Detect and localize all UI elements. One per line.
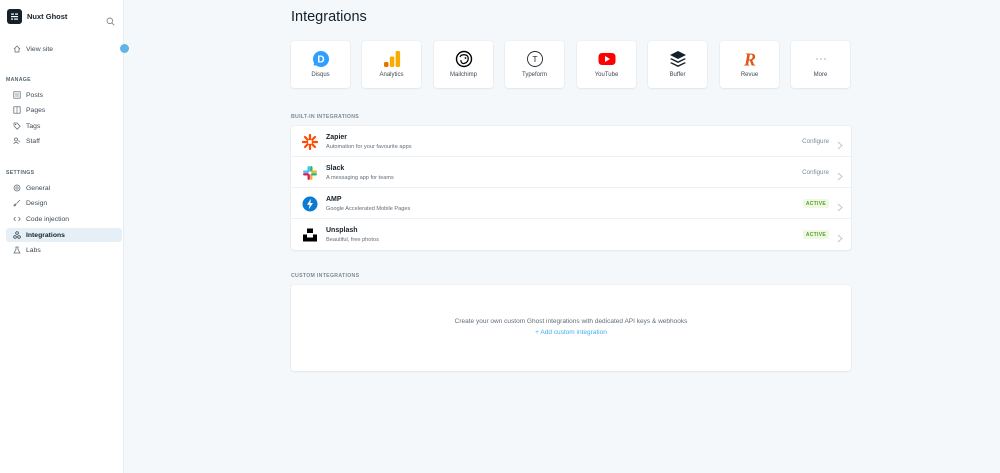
app-card-typeform[interactable]: T Typeform bbox=[505, 41, 564, 88]
app-label: Disqus bbox=[311, 72, 330, 78]
zapier-icon bbox=[302, 134, 318, 150]
settings-section-label: SETTINGS bbox=[6, 170, 35, 176]
app-label: Mailchimp bbox=[449, 72, 477, 78]
notification-dot[interactable] bbox=[120, 44, 129, 53]
app-label: Typeform bbox=[521, 72, 547, 78]
sidebar-item-posts[interactable]: Posts bbox=[6, 88, 122, 102]
amp-icon bbox=[302, 196, 318, 212]
sidebar-item-general[interactable]: General bbox=[6, 181, 122, 195]
sidebar-item-labs[interactable]: Labs bbox=[6, 243, 122, 257]
integration-title: Slack bbox=[326, 165, 345, 172]
chevron-right-icon bbox=[837, 199, 843, 217]
sidebar-item-pages[interactable]: Pages bbox=[6, 103, 122, 117]
integration-title: Unsplash bbox=[326, 227, 358, 234]
brush-icon bbox=[13, 199, 21, 207]
view-site-link[interactable]: View site bbox=[6, 42, 122, 56]
typeform-icon: T bbox=[526, 50, 544, 68]
integration-row-slack[interactable]: Slack A messaging app for teams Configur… bbox=[291, 157, 851, 188]
configure-link[interactable]: Configure bbox=[802, 169, 829, 176]
app-label: More bbox=[813, 72, 828, 78]
sidebar-item-label: Integrations bbox=[26, 231, 65, 239]
mailchimp-icon bbox=[455, 50, 473, 68]
integration-title: Zapier bbox=[326, 134, 348, 141]
sidebar-item-tags[interactable]: Tags bbox=[6, 119, 122, 133]
staff-icon bbox=[13, 137, 21, 145]
app-card-revue[interactable]: R Revue bbox=[720, 41, 779, 88]
builtin-integrations-list: Zapier Automation for your favourite app… bbox=[291, 126, 851, 250]
unsplash-icon bbox=[302, 227, 318, 243]
app-card-mailchimp[interactable]: Mailchimp bbox=[434, 41, 493, 88]
posts-icon bbox=[13, 91, 21, 99]
integration-description: Beautiful, free photos bbox=[326, 237, 379, 243]
svg-text:D: D bbox=[317, 55, 324, 66]
code-icon bbox=[13, 216, 21, 222]
more-icon bbox=[812, 50, 830, 68]
custom-integrations-box: Create your own custom Ghost integration… bbox=[291, 285, 851, 371]
app-card-youtube[interactable]: YouTube bbox=[577, 41, 636, 88]
integrations-icon bbox=[13, 231, 21, 239]
status-badge: ACTIVE bbox=[802, 199, 829, 208]
builtin-section-label: BUILT-IN INTEGRATIONS bbox=[291, 114, 360, 120]
youtube-icon bbox=[598, 50, 616, 68]
sidebar-item-design[interactable]: Design bbox=[6, 196, 122, 210]
sidebar: Nuxt Ghost View site MANAGE Posts Pages … bbox=[0, 0, 129, 473]
app-label: Buffer bbox=[669, 72, 686, 78]
sidebar-item-label: Posts bbox=[26, 91, 43, 99]
gear-icon bbox=[13, 184, 21, 192]
app-card-buffer[interactable]: Buffer bbox=[648, 41, 707, 88]
sidebar-item-label: Code injection bbox=[26, 215, 70, 223]
integration-title: AMP bbox=[326, 196, 342, 203]
integration-description: Automation for your favourite apps bbox=[326, 144, 412, 150]
brand-name: Nuxt Ghost bbox=[27, 12, 68, 21]
pages-icon bbox=[13, 106, 21, 114]
app-label: Analytics bbox=[379, 72, 404, 78]
app-label: YouTube bbox=[594, 72, 619, 78]
sidebar-item-staff[interactable]: Staff bbox=[6, 134, 122, 148]
status-badge: ACTIVE bbox=[802, 230, 829, 239]
svg-text:T: T bbox=[532, 54, 537, 64]
view-site-label: View site bbox=[26, 45, 54, 53]
disqus-icon: D bbox=[312, 50, 330, 68]
app-card-disqus[interactable]: D Disqus bbox=[291, 41, 350, 88]
app-label: Revue bbox=[740, 72, 759, 78]
configure-link[interactable]: Configure bbox=[802, 138, 829, 145]
sidebar-item-integrations[interactable]: Integrations bbox=[6, 228, 122, 242]
home-icon bbox=[13, 45, 21, 53]
integration-row-amp[interactable]: AMP Google Accelerated Mobile Pages ACTI… bbox=[291, 188, 851, 219]
add-custom-integration-link[interactable]: + Add custom integration bbox=[291, 329, 851, 336]
integration-row-zapier[interactable]: Zapier Automation for your favourite app… bbox=[291, 126, 851, 157]
custom-section-label: CUSTOM INTEGRATIONS bbox=[291, 273, 360, 279]
sidebar-item-label: Staff bbox=[26, 137, 40, 145]
chevron-right-icon bbox=[837, 137, 843, 155]
buffer-icon bbox=[669, 50, 687, 68]
tag-icon bbox=[13, 122, 21, 130]
brand[interactable]: Nuxt Ghost bbox=[7, 9, 67, 24]
sidebar-item-label: Labs bbox=[26, 246, 41, 254]
integration-description: A messaging app for teams bbox=[326, 175, 394, 181]
slack-icon bbox=[302, 165, 318, 181]
search-icon[interactable] bbox=[106, 13, 115, 31]
analytics-icon bbox=[383, 50, 401, 68]
flask-icon bbox=[13, 246, 21, 254]
integration-description: Google Accelerated Mobile Pages bbox=[326, 206, 411, 212]
page-title: Integrations bbox=[291, 9, 367, 25]
sidebar-item-label: Design bbox=[26, 199, 48, 207]
chevron-right-icon bbox=[837, 168, 843, 186]
sidebar-item-label: General bbox=[26, 184, 51, 192]
sidebar-item-label: Tags bbox=[26, 122, 41, 130]
ghost-logo-icon bbox=[7, 9, 22, 24]
custom-integrations-text: Create your own custom Ghost integration… bbox=[454, 318, 688, 325]
sidebar-item-label: Pages bbox=[26, 106, 46, 114]
app-card-analytics[interactable]: Analytics bbox=[362, 41, 421, 88]
integration-row-unsplash[interactable]: Unsplash Beautiful, free photos ACTIVE bbox=[291, 219, 851, 250]
svg-text:R: R bbox=[742, 50, 755, 68]
revue-icon: R bbox=[741, 50, 759, 68]
manage-section-label: MANAGE bbox=[6, 77, 31, 83]
sidebar-item-code-injection[interactable]: Code injection bbox=[6, 212, 122, 226]
app-card-more[interactable]: More bbox=[791, 41, 850, 88]
chevron-right-icon bbox=[837, 230, 843, 248]
